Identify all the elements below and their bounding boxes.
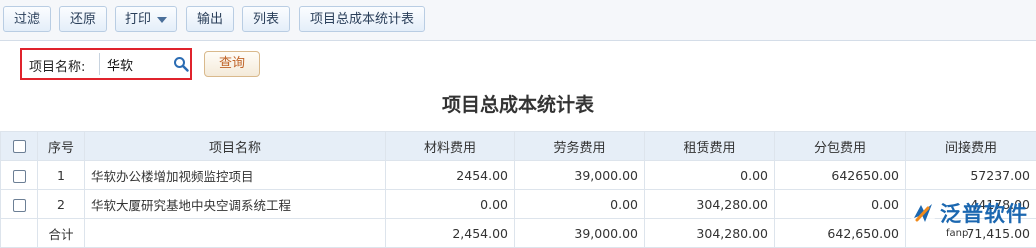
col-header-subcontract[interactable]: 分包费用 (775, 132, 906, 161)
row-index: 2 (38, 190, 85, 219)
table-row: 2 华软大厦研究基地中央空调系统工程 0.00 0.00 304,280.00 … (1, 190, 1036, 219)
row-select-cell[interactable] (1, 161, 38, 190)
material-cost-link[interactable]: 2454.00 (386, 161, 515, 190)
chevron-down-icon (157, 17, 167, 23)
search-field-highlight: 项目名称: (20, 48, 192, 80)
col-header-index[interactable]: 序号 (38, 132, 85, 161)
print-label: 打印 (125, 12, 151, 27)
table-header-row: 序号 项目名称 材料费用 劳务费用 租赁费用 分包费用 间接费用 (1, 132, 1036, 161)
cost-table: 序号 项目名称 材料费用 劳务费用 租赁费用 分包费用 间接费用 1 华软办公楼… (0, 131, 1036, 248)
total-material: 2,454.00 (386, 219, 515, 248)
material-cost-link[interactable]: 0.00 (386, 190, 515, 219)
table-total-row: 合计 2,454.00 39,000.00 304,280.00 642,650… (1, 219, 1036, 248)
lease-cost: 304,280.00 (645, 190, 775, 219)
indirect-cost-link[interactable]: 57237.00 (906, 161, 1036, 190)
print-button[interactable]: 打印 (115, 6, 177, 32)
brand-logo-icon (908, 198, 938, 228)
project-name-link[interactable]: 华软大厦研究基地中央空调系统工程 (85, 190, 386, 219)
brand-url: fanp (946, 228, 968, 239)
total-labor: 39,000.00 (515, 219, 645, 248)
total-lease: 304,280.00 (645, 219, 775, 248)
search-icon[interactable] (173, 56, 189, 72)
labor-cost: 39,000.00 (515, 161, 645, 190)
col-header-labor[interactable]: 劳务费用 (515, 132, 645, 161)
table-row: 1 华软办公楼增加视频监控项目 2454.00 39,000.00 0.00 6… (1, 161, 1036, 190)
filter-button[interactable]: 过滤 (3, 6, 51, 32)
col-header-lease[interactable]: 租赁费用 (645, 132, 775, 161)
col-header-material[interactable]: 材料费用 (386, 132, 515, 161)
lease-cost: 0.00 (645, 161, 775, 190)
total-subcontract: 642,650.00 (775, 219, 906, 248)
restore-button[interactable]: 还原 (59, 6, 107, 32)
row-checkbox[interactable] (13, 170, 26, 183)
labor-cost: 0.00 (515, 190, 645, 219)
subcontract-cost-link[interactable]: 0.00 (775, 190, 906, 219)
project-name-link[interactable]: 华软办公楼增加视频监控项目 (85, 161, 386, 190)
select-all-checkbox[interactable] (13, 140, 26, 153)
row-select-cell[interactable] (1, 190, 38, 219)
watermark-logo: 泛普软件 fanp (904, 194, 1036, 246)
total-name-blank (85, 219, 386, 248)
query-button[interactable]: 查询 (204, 51, 260, 77)
col-header-name[interactable]: 项目名称 (85, 132, 386, 161)
row-checkbox[interactable] (13, 199, 26, 212)
page-title: 项目总成本统计表 (0, 90, 1036, 117)
total-blank-cell (1, 219, 38, 248)
export-button[interactable]: 输出 (186, 6, 234, 32)
subcontract-cost-link[interactable]: 642650.00 (775, 161, 906, 190)
total-label: 合计 (38, 219, 85, 248)
search-label: 项目名称: (29, 56, 85, 75)
toolbar: 过滤 还原 打印 输出 列表 项目总成本统计表 (0, 0, 1036, 41)
brand-name: 泛普软件 (940, 198, 1028, 228)
columns-button[interactable]: 列表 (242, 6, 290, 32)
report-button[interactable]: 项目总成本统计表 (299, 6, 425, 32)
select-all-cell[interactable] (1, 132, 38, 161)
row-index: 1 (38, 161, 85, 190)
col-header-indirect[interactable]: 间接费用 (906, 132, 1036, 161)
